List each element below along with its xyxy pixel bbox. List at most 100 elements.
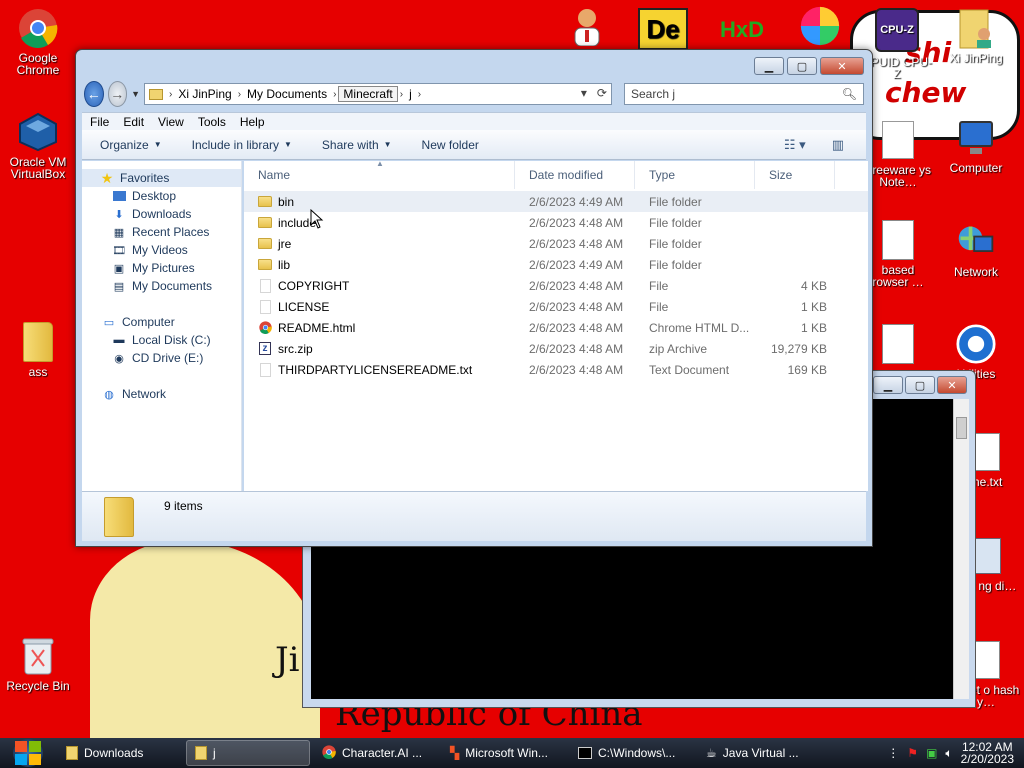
taskbar-item-character-ai[interactable]: Character.AI ... <box>314 740 438 766</box>
back-button[interactable]: ← <box>84 81 104 107</box>
file-row[interactable]: bin 2/6/2023 4:49 AM File folder <box>244 191 868 212</box>
maximize-button[interactable]: ▢ <box>787 57 817 75</box>
file-date-modified: 2/6/2023 4:48 AM <box>529 362 624 377</box>
nav-my-pictures[interactable]: ▣ My Pictures <box>82 259 241 277</box>
explorer-window[interactable]: ▁ ▢ ✕ ← → ▼ › Xi JinPing › My Documents … <box>75 49 873 547</box>
start-button[interactable] <box>0 738 56 768</box>
maximize-button[interactable]: ▢ <box>905 376 935 394</box>
breadcrumb-separator[interactable]: › <box>398 89 405 100</box>
nav-computer[interactable]: ▭ Computer <box>82 313 241 331</box>
nav-my-documents[interactable]: ▤ My Documents <box>82 277 241 295</box>
desktop-icon-person[interactable] <box>567 6 607 50</box>
menu-view[interactable]: View <box>158 115 184 129</box>
nav-favorites[interactable]: ★ Favorites <box>82 169 241 187</box>
minimize-button[interactable]: ▁ <box>873 376 903 394</box>
wallpaper-text-ji: Ji <box>275 640 300 680</box>
preview-pane-icon[interactable]: ▥ <box>832 137 844 153</box>
desktop-icon-computer[interactable]: Computer <box>938 118 1014 174</box>
scrollbar-thumb[interactable] <box>956 417 967 439</box>
recent-pages-dropdown[interactable]: ▼ <box>131 89 140 99</box>
file-icon <box>258 299 272 314</box>
breadcrumb-my-documents[interactable]: My Documents <box>243 87 331 101</box>
flag-icon[interactable]: ⚑ <box>907 746 918 760</box>
taskbar-item-downloads[interactable]: Downloads <box>58 740 182 766</box>
menu-tools[interactable]: Tools <box>198 115 226 129</box>
organize-button[interactable]: Organize ▼ <box>100 138 162 152</box>
close-button[interactable]: ✕ <box>820 57 864 75</box>
folder-icon <box>66 746 78 760</box>
computer-icon <box>956 118 996 158</box>
file-row[interactable]: LICENSE 2/6/2023 4:48 AM File 1 KB <box>244 296 868 317</box>
menu-file[interactable]: File <box>90 115 109 129</box>
file-size: 169 KB <box>787 362 827 377</box>
file-row[interactable]: COPYRIGHT 2/6/2023 4:48 AM File 4 KB <box>244 275 868 296</box>
desktop-icon-chrome[interactable]: Google Chrome <box>0 8 76 76</box>
hxd-icon: HxD <box>719 17 764 42</box>
taskbar-item-microsoft-windows[interactable]: ▚ Microsoft Win... <box>442 740 566 766</box>
file-row[interactable]: THIRDPARTYLICENSEREADME.txt 2/6/2023 4:48… <box>244 359 868 380</box>
nav-downloads[interactable]: ⬇ Downloads <box>82 205 241 223</box>
nav-network[interactable]: ◍ Network <box>82 385 241 403</box>
breadcrumb-separator[interactable]: › <box>236 89 243 100</box>
network-status-icon[interactable]: ▣ <box>926 746 937 760</box>
desktop-icon-recycle-bin[interactable]: Recycle Bin <box>0 636 76 692</box>
nav-local-disk[interactable]: ▬ Local Disk (C:) <box>82 331 241 349</box>
desktop-icon-ass-folder[interactable]: ass <box>0 322 76 378</box>
breadcrumb-separator[interactable]: › <box>416 89 423 100</box>
breadcrumb-minecraft[interactable]: Minecraft <box>338 86 398 102</box>
forward-button[interactable]: → <box>107 81 128 107</box>
file-list[interactable]: Name ▲ Date modified Type Size bin 2/6/202… <box>244 159 868 491</box>
taskbar-item-j[interactable]: j <box>186 740 310 766</box>
minimize-button[interactable]: ▁ <box>754 57 784 75</box>
file-name-cell: COPYRIGHT <box>244 278 515 293</box>
vertical-scrollbar[interactable] <box>953 399 969 699</box>
address-bar[interactable]: › Xi JinPing › My Documents › Minecraft … <box>143 83 612 105</box>
column-header-name[interactable]: Name ▲ <box>244 159 515 189</box>
search-placeholder: Search j <box>630 87 676 101</box>
breadcrumb-j[interactable]: j <box>405 87 416 101</box>
breadcrumb-xijinping[interactable]: Xi JinPing <box>174 87 235 101</box>
java-icon: ☕︎ <box>706 746 717 760</box>
taskbar: Downloads j Character.AI ... ▚ Microsoft… <box>0 738 1024 768</box>
view-options-icon[interactable]: ☷ ▾ <box>784 137 806 153</box>
menu-bar: File Edit View Tools Help <box>82 112 866 130</box>
nav-my-videos[interactable]: 🎞︎ My Videos <box>82 241 241 259</box>
file-date-modified: 2/6/2023 4:49 AM <box>529 257 624 272</box>
close-button[interactable]: ✕ <box>937 376 967 394</box>
desktop-icon-de[interactable]: De <box>635 8 691 54</box>
desktop-icon-xijinping[interactable]: Xi JinPing <box>936 8 1016 64</box>
nav-recent-places[interactable]: ▦ Recent Places <box>82 223 241 241</box>
column-header-size[interactable]: Size <box>755 161 835 189</box>
nav-cd-drive[interactable]: ◉ CD Drive (E:) <box>82 349 241 367</box>
desktop-icon-network[interactable]: Network <box>938 222 1014 278</box>
column-header-date-modified[interactable]: Date modified <box>515 161 635 189</box>
menu-edit[interactable]: Edit <box>123 115 144 129</box>
breadcrumb-separator[interactable]: › <box>331 89 338 100</box>
search-input[interactable]: Search j 🔍︎ <box>623 83 864 105</box>
file-row[interactable]: jre 2/6/2023 4:48 AM File folder <box>244 233 868 254</box>
include-in-library-button[interactable]: Include in library ▼ <box>192 138 292 152</box>
file-row[interactable]: include 2/6/2023 4:48 AM File folder <box>244 212 868 233</box>
nav-desktop[interactable]: Desktop <box>82 187 241 205</box>
volume-icon[interactable]: 🔈︎ <box>945 746 952 761</box>
file-name-cell: README.html <box>244 321 515 335</box>
clock[interactable]: 12:02 AM 2/20/2023 <box>961 741 1014 765</box>
taskbar-item-console[interactable]: C:\Windows\... <box>570 740 694 766</box>
more-icons-icon[interactable]: ⋮ <box>887 746 899 760</box>
taskbar-item-java-vm[interactable]: ☕︎ Java Virtual ... <box>698 740 822 766</box>
menu-help[interactable]: Help <box>240 115 265 129</box>
desktop-icon-hxd[interactable]: HxD <box>715 14 769 50</box>
share-with-button[interactable]: Share with ▼ <box>322 138 392 152</box>
desktop-icon-colorful[interactable] <box>793 6 847 50</box>
refresh-icon[interactable]: ⟳ <box>597 86 607 100</box>
breadcrumb-separator[interactable]: › <box>167 89 174 100</box>
recycle-bin-icon <box>18 636 58 676</box>
file-row[interactable]: z src.zip 2/6/2023 4:48 AM zip Archive 19,27… <box>244 338 868 359</box>
search-icon[interactable]: 🔍︎ <box>842 87 857 101</box>
column-header-type[interactable]: Type <box>635 161 755 189</box>
desktop-icon-virtualbox[interactable]: Oracle VM VirtualBox <box>0 112 76 180</box>
file-row[interactable]: README.html 2/6/2023 4:48 AM Chrome HTML D… <box>244 317 868 338</box>
new-folder-button[interactable]: New folder <box>422 138 479 152</box>
file-row[interactable]: lib 2/6/2023 4:49 AM File folder <box>244 254 868 275</box>
address-dropdown-icon[interactable]: ▾ <box>581 86 587 100</box>
